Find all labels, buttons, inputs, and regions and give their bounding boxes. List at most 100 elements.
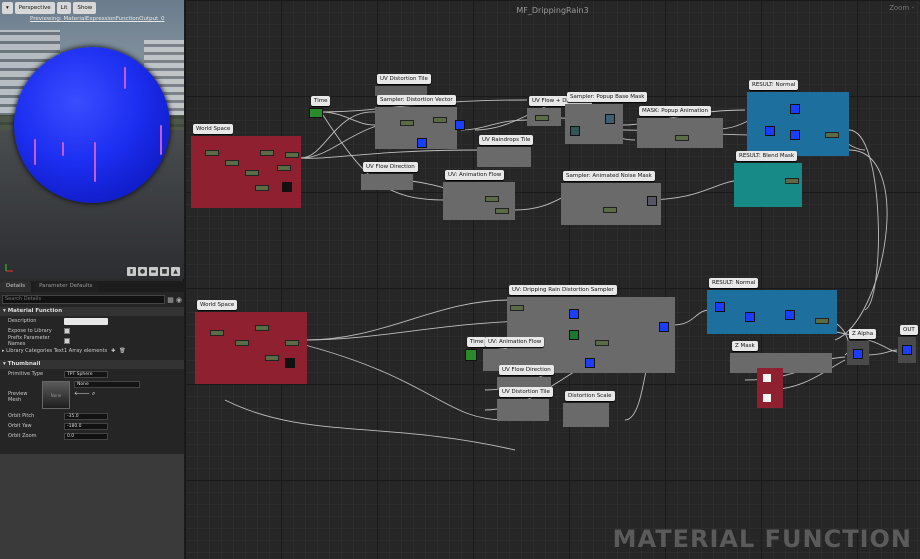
comment-uv-raindrops-tile[interactable]: UV Raindrops Tile	[477, 135, 534, 167]
orbit-zoom-field[interactable]: 0.0	[64, 432, 108, 440]
rain-texture-node[interactable]	[569, 309, 579, 319]
comment-mask-popup-animation[interactable]: MASK: Popup Animation	[637, 106, 723, 148]
z-alpha-output-node[interactable]	[853, 349, 863, 359]
viewport-menu-button[interactable]: ▾	[2, 2, 13, 14]
preview-mesh-dropdown[interactable]: None	[74, 381, 140, 388]
comment-label: UV: Animation Flow	[485, 337, 545, 347]
math-node[interactable]	[255, 325, 269, 331]
comment-uv-distortion-tile-2[interactable]: UV Distortion Tile	[497, 387, 553, 421]
math-node[interactable]	[815, 318, 829, 324]
comment-uv-flow-direction[interactable]: UV Flow Direction	[361, 162, 418, 190]
comment-popup-base-mask[interactable]: Sampler: Popup Base Mask	[565, 92, 648, 144]
tab-details[interactable]: Details	[0, 281, 32, 292]
comment-sampler-distortion[interactable]: Sampler: Distortion Vector	[375, 95, 457, 149]
material-graph[interactable]: MF_DrippingRain3 Zoom - World Space Time…	[185, 0, 920, 559]
result-normal-node[interactable]	[765, 126, 775, 136]
math-node[interactable]	[225, 160, 239, 166]
world-position-node[interactable]	[205, 150, 219, 156]
math-node[interactable]	[785, 178, 799, 184]
result-normal-node[interactable]	[715, 302, 725, 312]
comment-result-blend-mask[interactable]: RESULT: Blend Mask	[734, 151, 802, 207]
preview-label: Previewing: MaterialExpressionFunctionOu…	[30, 16, 165, 22]
section-material-function[interactable]: ▾ Material Function	[0, 307, 184, 316]
result-normal-node[interactable]	[745, 312, 755, 322]
comment-body	[565, 104, 623, 144]
comment-result-normal[interactable]: RESULT: Normal	[747, 80, 849, 156]
cube-icon[interactable]: ■	[160, 267, 169, 276]
math-node[interactable]	[825, 132, 839, 138]
distortion-texture-node[interactable]	[455, 120, 465, 130]
world-position-node[interactable]	[210, 330, 224, 336]
arrow-left-icon[interactable]: 🡐	[74, 390, 90, 397]
comment-label: RESULT: Normal	[749, 80, 799, 90]
noise-texture-node[interactable]	[647, 196, 657, 206]
math-node[interactable]	[495, 208, 509, 214]
append-node[interactable]	[285, 358, 295, 368]
preview-viewport[interactable]: ▾ Perspective Lit Show Previewing: Mater…	[0, 0, 184, 279]
math-node[interactable]	[285, 340, 299, 346]
prop-primitive-type-label: Primitive Type	[8, 371, 44, 377]
comment-result-normal-2[interactable]: RESULT: Normal	[707, 278, 837, 334]
comment-uv-animation-flow[interactable]: UV: Animation Flow	[443, 170, 515, 220]
math-node[interactable]	[255, 185, 269, 191]
drip-streak	[160, 125, 162, 155]
math-node[interactable]	[485, 196, 499, 202]
expose-library-checkbox[interactable]	[64, 328, 70, 334]
browse-icon[interactable]: ⌕	[92, 390, 95, 397]
perspective-button[interactable]: Perspective	[14, 2, 55, 14]
trash-icon[interactable]: 🗑	[119, 348, 125, 354]
result-normal-node[interactable]	[785, 310, 795, 320]
popup-texture-node[interactable]	[605, 114, 615, 124]
mask-node[interactable]	[763, 374, 771, 382]
description-field[interactable]	[64, 317, 108, 325]
lit-button[interactable]: Lit	[56, 2, 72, 14]
comment-distortion-scale[interactable]: Distortion Scale	[563, 391, 615, 427]
math-node[interactable]	[400, 120, 414, 126]
math-node[interactable]	[277, 165, 291, 171]
popup-texture-node[interactable]	[570, 126, 580, 136]
details-search-input[interactable]: Search Details	[2, 295, 166, 304]
add-element-icon[interactable]: ✚	[111, 348, 115, 354]
grid-view-icon[interactable]: ▦	[167, 296, 174, 304]
math-node[interactable]	[675, 135, 689, 141]
append-node[interactable]	[282, 182, 292, 192]
math-node[interactable]	[595, 340, 609, 346]
orbit-yaw-field[interactable]: -180.0	[64, 422, 108, 430]
math-node[interactable]	[265, 355, 279, 361]
comment-animated-noise-mask[interactable]: Sampler: Animated Noise Mask	[561, 171, 661, 225]
math-node[interactable]	[260, 150, 274, 156]
preview-mesh-thumbnail[interactable]: None	[42, 381, 70, 409]
math-node[interactable]	[510, 305, 524, 311]
comment-time-2[interactable]: Time	[465, 337, 487, 361]
preview-shape-buttons: ▮ ● ▬ ■ ▲	[127, 267, 180, 276]
result-normal-node[interactable]	[790, 130, 800, 140]
teapot-icon[interactable]: ▲	[171, 267, 180, 276]
tab-parameter-defaults[interactable]: Parameter Defaults	[33, 281, 99, 292]
orbit-pitch-field[interactable]: -35.0	[64, 412, 108, 420]
math-node[interactable]	[235, 340, 249, 346]
show-button[interactable]: Show	[73, 2, 97, 14]
cylinder-icon[interactable]: ▮	[127, 267, 136, 276]
math-node[interactable]	[245, 170, 259, 176]
math-node[interactable]	[535, 115, 549, 121]
plane-icon[interactable]: ▬	[149, 267, 158, 276]
section-thumbnail[interactable]: ▾ Thumbnail	[0, 360, 184, 369]
comment-time[interactable]: Time	[309, 96, 331, 118]
z-mask-red-nodes[interactable]	[757, 368, 783, 408]
rain-texture-node[interactable]	[585, 358, 595, 368]
sphere-icon[interactable]: ●	[138, 267, 147, 276]
output-node[interactable]	[902, 345, 912, 355]
sampler-output-node[interactable]	[659, 322, 669, 332]
rain-texture-node[interactable]	[569, 330, 579, 340]
result-normal-node[interactable]	[790, 104, 800, 114]
math-node[interactable]	[433, 117, 447, 123]
comment-world-space-2[interactable]: World Space	[195, 300, 307, 384]
eye-icon[interactable]: ◉	[176, 296, 182, 304]
math-node[interactable]	[285, 152, 299, 158]
mask-node[interactable]	[763, 394, 771, 402]
math-node[interactable]	[603, 207, 617, 213]
prop-library-categories[interactable]: ▸ Library Categories Text 1 Array elemen…	[0, 346, 184, 356]
prefix-names-checkbox[interactable]	[64, 338, 70, 344]
texture-node[interactable]	[417, 138, 427, 148]
primitive-type-dropdown[interactable]: TPT Sphere	[64, 370, 108, 378]
